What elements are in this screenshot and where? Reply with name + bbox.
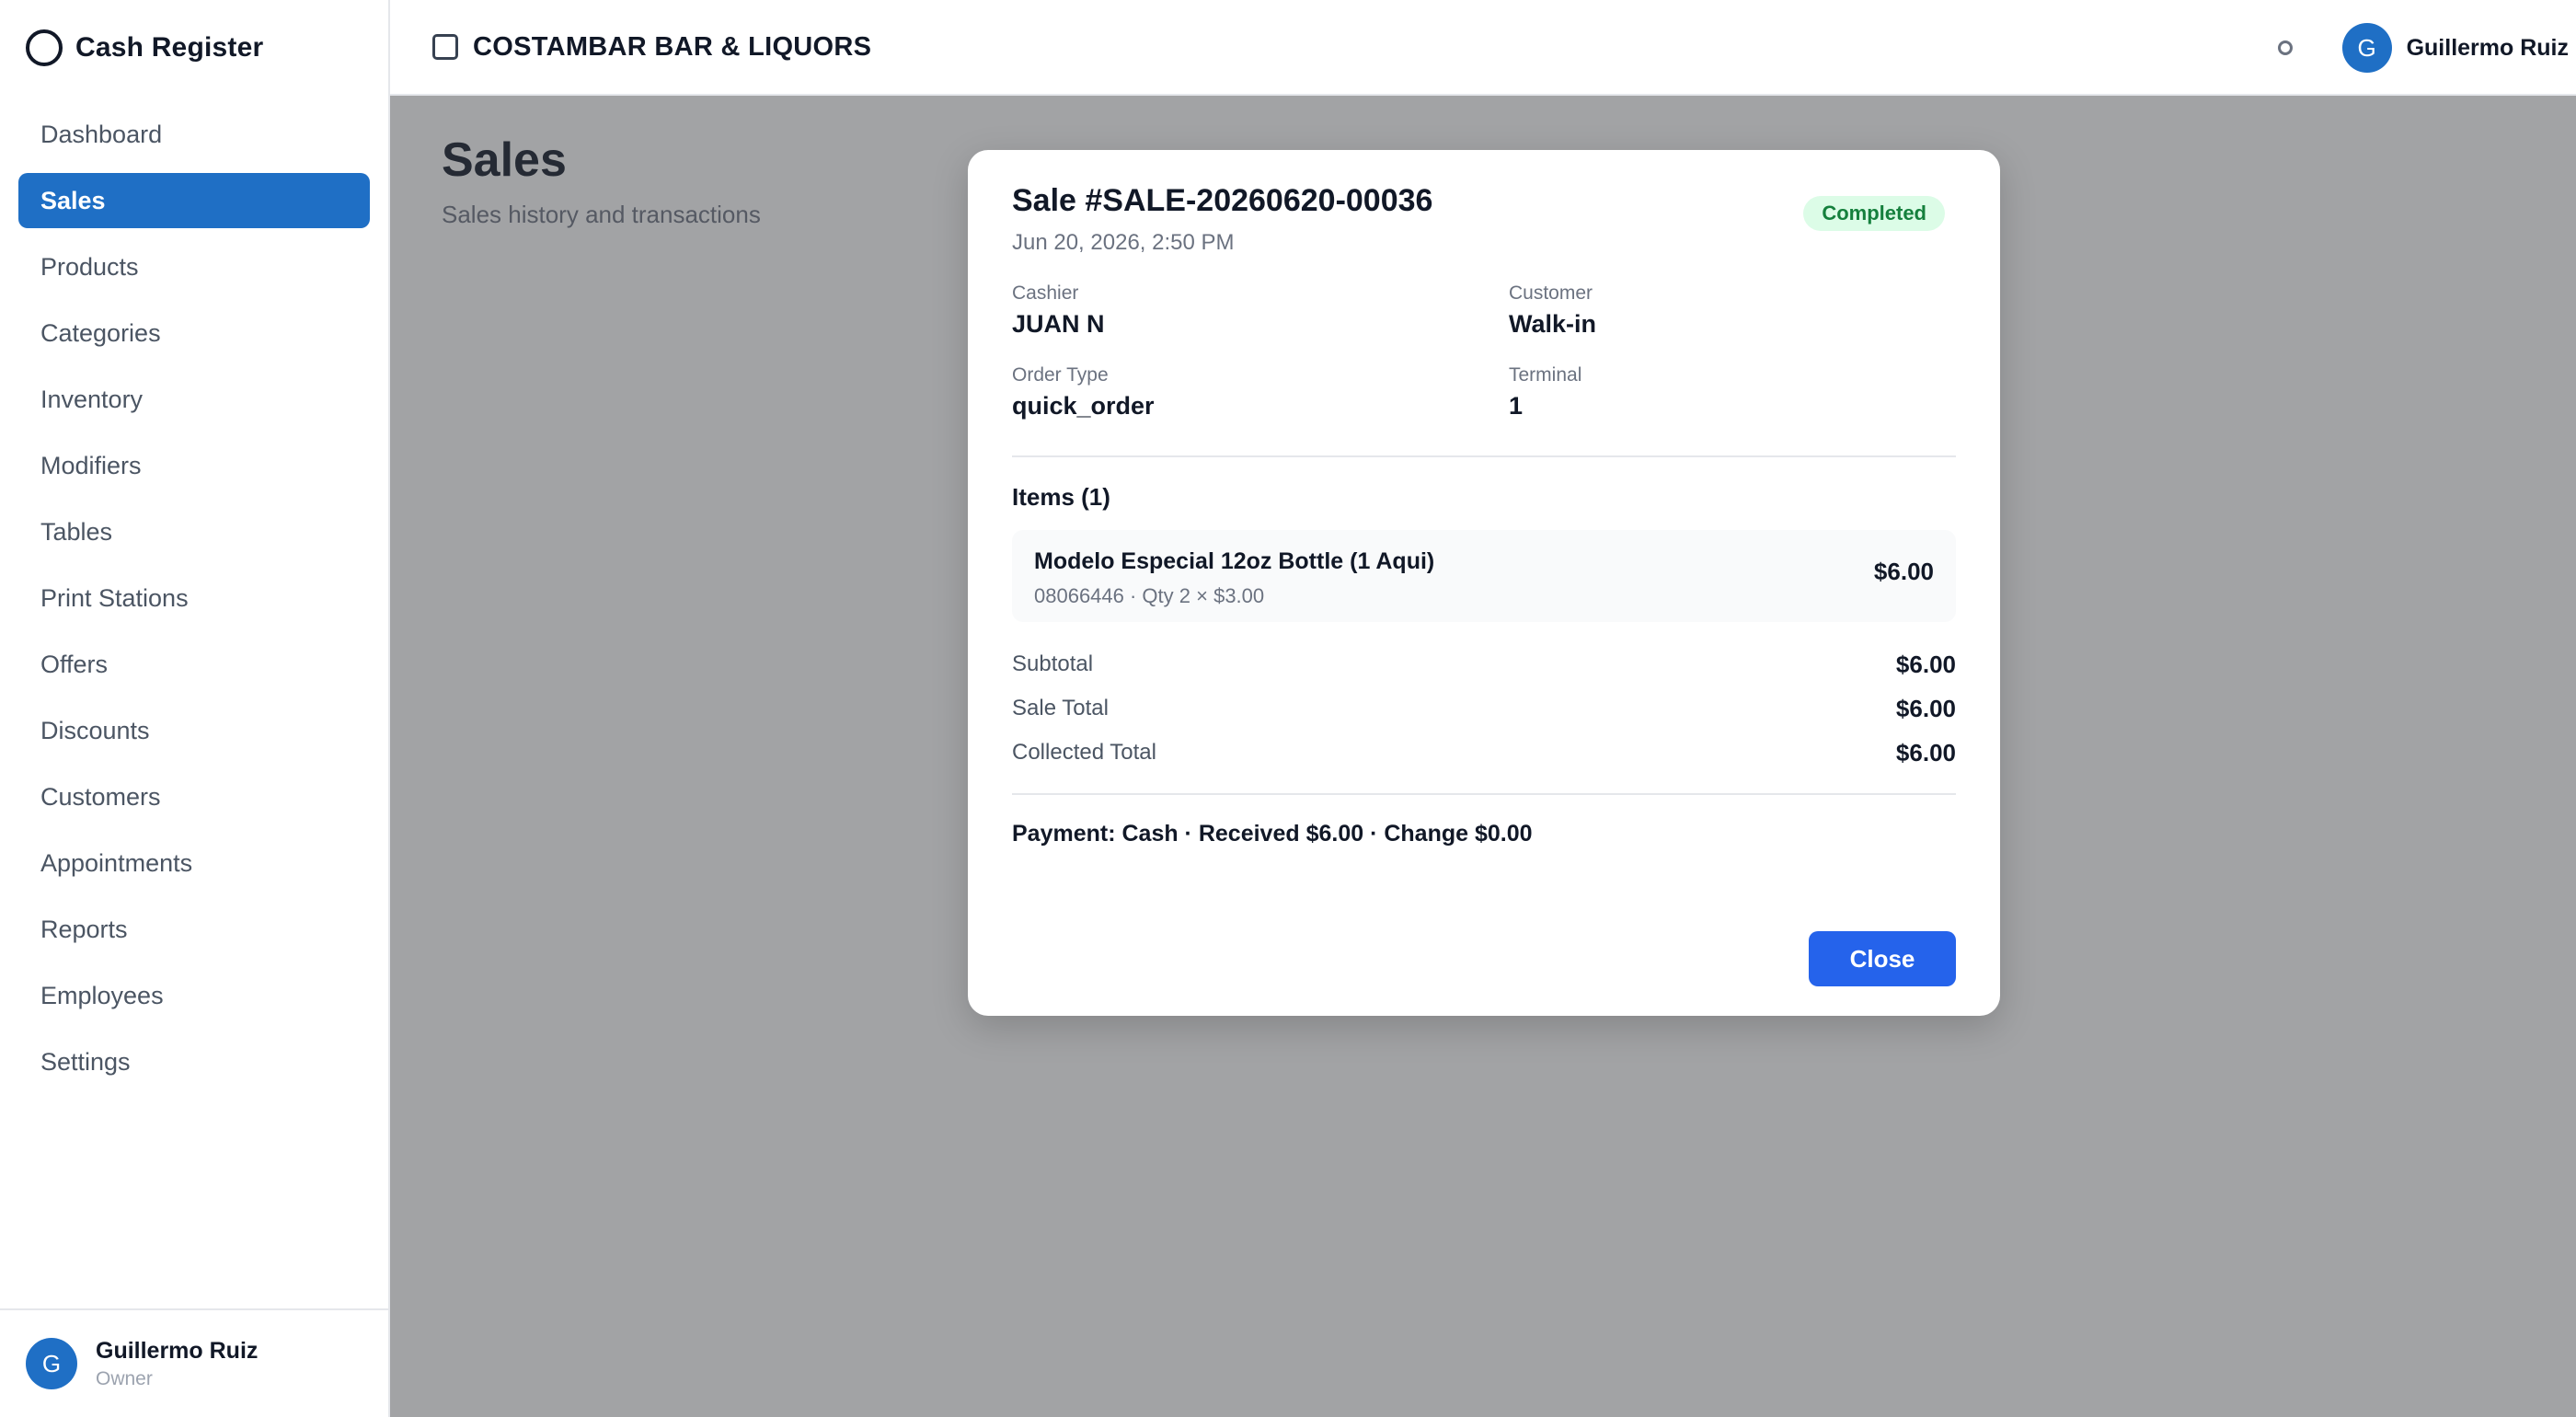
cashier-field: Cashier JUAN N bbox=[1012, 282, 1509, 339]
totals: Subtotal $6.00 Sale Total $6.00 Collecte… bbox=[1012, 642, 1956, 775]
app-root: Cash Register Dashboard Sales Products C… bbox=[0, 0, 2576, 1417]
status-dot-icon bbox=[2277, 40, 2293, 55]
topbar-avatar[interactable]: G bbox=[2341, 23, 2392, 73]
circle-icon bbox=[26, 29, 63, 66]
sidebar-user[interactable]: G Guillermo Ruiz Owner bbox=[0, 1308, 388, 1417]
sidebar-item-settings[interactable]: Settings bbox=[18, 1034, 370, 1089]
cashier-label: Cashier bbox=[1012, 282, 1079, 304]
item-name: Modelo Especial 12oz Bottle (1 Aqui) bbox=[1034, 548, 1435, 574]
sidebar-item-modifiers[interactable]: Modifiers bbox=[18, 438, 370, 493]
list-item: Modelo Especial 12oz Bottle (1 Aqui) 080… bbox=[1012, 530, 1956, 622]
sidebar-user-name: Guillermo Ruiz bbox=[96, 1337, 259, 1364]
topbar: COSTAMBAR BAR & LIQUORS G Guillermo Ruiz bbox=[390, 0, 2576, 96]
sidebar-item-print-stations[interactable]: Print Stations bbox=[18, 570, 370, 626]
sidebar-item-categories[interactable]: Categories bbox=[18, 305, 370, 361]
sidebar-item-inventory[interactable]: Inventory bbox=[18, 372, 370, 427]
customer-value: Walk-in bbox=[1509, 310, 1597, 338]
cashier-value: JUAN N bbox=[1012, 310, 1105, 338]
sidebar: Cash Register Dashboard Sales Products C… bbox=[0, 0, 390, 1417]
items-heading: Items (1) bbox=[1012, 483, 1110, 511]
terminal-label: Terminal bbox=[1509, 364, 1582, 386]
sidebar-item-employees[interactable]: Employees bbox=[18, 968, 370, 1023]
checkbox-icon[interactable] bbox=[432, 34, 458, 60]
sidebar-item-reports[interactable]: Reports bbox=[18, 902, 370, 957]
total-value: $6.00 bbox=[1895, 738, 1956, 766]
sale-info-grid: Cashier JUAN N Customer Walk-in Order Ty… bbox=[1012, 282, 1956, 420]
total-value: $6.00 bbox=[1895, 650, 1956, 678]
total-value: $6.00 bbox=[1895, 694, 1956, 722]
total-row-subtotal: Subtotal $6.00 bbox=[1012, 642, 1956, 686]
store-name: COSTAMBAR BAR & LIQUORS bbox=[473, 31, 872, 62]
item-meta: 08066446 · Qty 2 × $3.00 bbox=[1034, 584, 1265, 607]
total-row-collected-total: Collected Total $6.00 bbox=[1012, 731, 1956, 775]
close-button[interactable]: Close bbox=[1809, 931, 1956, 986]
sidebar-user-info: Guillermo Ruiz Owner bbox=[96, 1338, 258, 1390]
sidebar-item-tables[interactable]: Tables bbox=[18, 504, 370, 559]
customer-field: Customer Walk-in bbox=[1509, 282, 1956, 339]
customer-label: Customer bbox=[1509, 282, 1593, 304]
sidebar-item-offers[interactable]: Offers bbox=[18, 637, 370, 692]
sidebar-item-discounts[interactable]: Discounts bbox=[18, 703, 370, 758]
sidebar-item-sales[interactable]: Sales bbox=[18, 173, 370, 228]
sidebar-user-role: Owner bbox=[96, 1367, 153, 1389]
sidebar-item-appointments[interactable]: Appointments bbox=[18, 835, 370, 891]
sale-date: Jun 20, 2026, 2:50 PM bbox=[1012, 230, 1235, 255]
payment-summary: Payment: Cash · Received $6.00 · Change … bbox=[1012, 821, 1533, 847]
brand-title: Cash Register bbox=[75, 32, 264, 63]
terminal-value: 1 bbox=[1509, 392, 1524, 420]
brand[interactable]: Cash Register bbox=[0, 0, 388, 96]
total-label: Sale Total bbox=[1012, 696, 1109, 720]
item-price: $6.00 bbox=[1873, 558, 1934, 585]
status-badge: Completed bbox=[1803, 196, 1945, 231]
sidebar-item-dashboard[interactable]: Dashboard bbox=[18, 107, 370, 162]
modal-header: Sale #SALE-20260620-00036 Jun 20, 2026, … bbox=[1012, 183, 1956, 266]
total-row-sale-total: Sale Total $6.00 bbox=[1012, 686, 1956, 731]
order-type-value: quick_order bbox=[1012, 392, 1155, 420]
divider bbox=[1012, 455, 1956, 457]
avatar: G bbox=[26, 1338, 77, 1389]
sidebar-item-products[interactable]: Products bbox=[18, 239, 370, 294]
sale-detail-modal: Sale #SALE-20260620-00036 Jun 20, 2026, … bbox=[968, 150, 2000, 1016]
order-type-label: Order Type bbox=[1012, 364, 1109, 386]
order-type-field: Order Type quick_order bbox=[1012, 364, 1509, 420]
sidebar-nav: Dashboard Sales Products Categories Inve… bbox=[0, 96, 388, 1089]
total-label: Collected Total bbox=[1012, 740, 1156, 765]
total-label: Subtotal bbox=[1012, 651, 1094, 676]
sidebar-item-customers[interactable]: Customers bbox=[18, 769, 370, 824]
divider bbox=[1012, 793, 1956, 795]
topbar-user-name[interactable]: Guillermo Ruiz bbox=[2407, 35, 2569, 62]
topbar-right: G Guillermo Ruiz bbox=[2277, 0, 2569, 96]
terminal-field: Terminal 1 bbox=[1509, 364, 1956, 420]
